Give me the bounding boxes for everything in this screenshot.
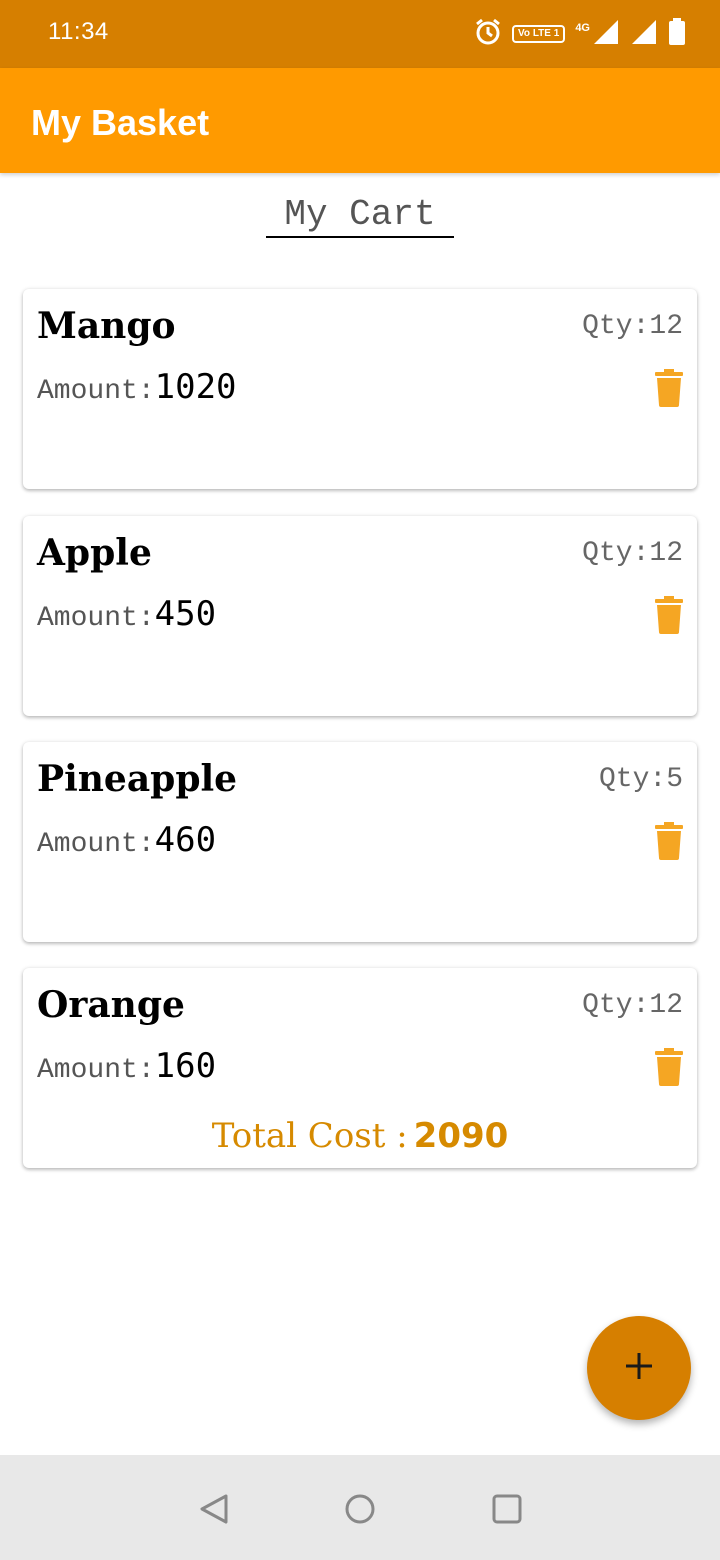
amount-row: Amount: 1020 [37, 367, 237, 407]
status-icons: Vo LTE 1 4G [474, 17, 686, 51]
delete-icon[interactable] [655, 1048, 683, 1088]
amount-label: Amount: [37, 603, 155, 634]
item-qty: Qty:12 [582, 311, 683, 342]
total-cost: Total Cost :2090 [23, 1116, 697, 1156]
qty-label: Qty: [582, 311, 650, 342]
delete-icon[interactable] [655, 822, 683, 862]
item-name: Mango [37, 305, 176, 347]
cart-heading: My Cart [266, 194, 454, 238]
cart-item-card[interactable]: Apple Qty:12 Amount: 450 [23, 516, 697, 716]
cart-item-card[interactable]: Mango Qty:12 Amount: 1020 [23, 289, 697, 489]
signal-icon [630, 18, 658, 51]
item-qty: Qty:12 [582, 538, 683, 569]
qty-label: Qty: [598, 764, 667, 795]
amount-row: Amount: 460 [37, 820, 216, 860]
qty-label: Qty: [582, 538, 650, 569]
volte-icon: Vo LTE 1 [512, 25, 566, 43]
amount-value: 450 [154, 594, 217, 634]
battery-icon [668, 17, 686, 51]
add-item-button[interactable] [587, 1316, 691, 1420]
app-title: My Basket [31, 102, 210, 143]
delete-icon[interactable] [655, 369, 683, 409]
qty-value: 12 [649, 311, 683, 342]
alarm-icon [474, 18, 502, 51]
recents-icon[interactable] [489, 1491, 525, 1527]
cart-item-card[interactable]: Orange Qty:12 Amount: 160 Total Cost :20… [23, 968, 697, 1168]
qty-value: 12 [649, 538, 683, 569]
amount-row: Amount: 450 [37, 594, 216, 634]
amount-value: 1020 [154, 367, 237, 407]
status-time: 11:34 [48, 18, 109, 45]
amount-label: Amount: [37, 1055, 155, 1086]
total-cost-value: 2090 [413, 1116, 509, 1156]
item-qty: Qty:5 [599, 764, 683, 795]
qty-label: Qty: [582, 990, 650, 1021]
item-name: Orange [37, 984, 185, 1026]
cart-item-card[interactable]: Pineapple Qty:5 Amount: 460 [23, 742, 697, 942]
amount-value: 460 [154, 820, 217, 860]
back-icon[interactable] [196, 1491, 232, 1527]
item-qty: Qty:12 [582, 990, 683, 1021]
qty-value: 5 [666, 764, 683, 795]
home-icon[interactable] [342, 1491, 378, 1527]
plus-icon [624, 1351, 654, 1386]
signal-icon [592, 18, 620, 51]
amount-value: 160 [154, 1046, 217, 1086]
amount-label: Amount: [37, 376, 155, 407]
status-bar: 11:34 Vo LTE 1 4G [0, 0, 720, 68]
network-type-label: 4G [575, 22, 590, 34]
qty-value: 12 [649, 990, 683, 1021]
item-name: Pineapple [37, 758, 238, 800]
item-name: Apple [37, 532, 152, 574]
total-cost-label: Total Cost : [211, 1116, 408, 1156]
app-bar: My Basket [0, 68, 720, 173]
delete-icon[interactable] [655, 596, 683, 636]
amount-row: Amount: 160 [37, 1046, 216, 1086]
navigation-bar [0, 1455, 720, 1560]
amount-label: Amount: [37, 829, 155, 860]
